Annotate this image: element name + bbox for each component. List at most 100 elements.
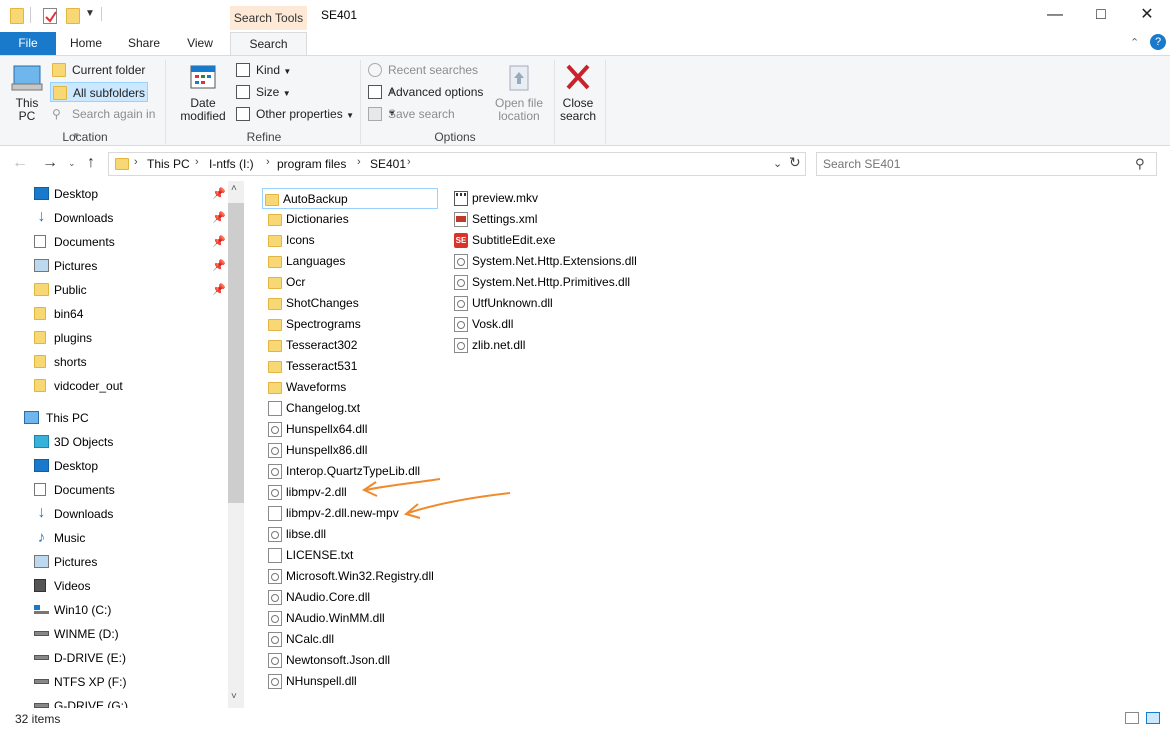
list-item[interactable]: Languages	[266, 251, 436, 272]
breadcrumb-this-pc[interactable]: This PC	[147, 157, 190, 171]
tab-file[interactable]: File	[0, 32, 56, 55]
list-item[interactable]: UtfUnknown.dll	[452, 293, 642, 314]
address-bar[interactable]: › This PC › I-ntfs (I:) › program files …	[108, 152, 806, 176]
nav-item-vidcoder-out[interactable]: vidcoder_out	[0, 374, 228, 398]
other-properties-button[interactable]: Other properties ▼	[234, 104, 356, 124]
scroll-up-icon[interactable]: ˄	[231, 183, 237, 194]
nav-item-this-pc[interactable]: This PC	[0, 406, 228, 430]
tab-view[interactable]: View	[178, 32, 222, 55]
list-item[interactable]: System.Net.Http.Primitives.dll	[452, 272, 642, 293]
list-item[interactable]: Microsoft.Win32.Registry.dll	[266, 566, 436, 587]
nav-item-videos[interactable]: Videos	[0, 574, 228, 598]
properties-icon[interactable]	[43, 8, 57, 24]
list-item[interactable]: zlib.net.dll	[452, 335, 642, 356]
nav-item-plugins[interactable]: plugins	[0, 326, 228, 350]
tab-search[interactable]: Search	[230, 32, 307, 56]
list-item[interactable]: Settings.xml	[452, 209, 642, 230]
breadcrumb-chevron-icon[interactable]: ›	[195, 156, 199, 168]
breadcrumb-drive[interactable]: I-ntfs (I:)	[209, 157, 254, 171]
up-arrow-icon[interactable]: ↑	[87, 154, 95, 172]
size-button[interactable]: Size ▼	[234, 82, 294, 102]
search-icon[interactable]: ⚲	[1135, 156, 1145, 172]
list-item[interactable]: Waveforms	[266, 377, 436, 398]
list-item[interactable]: System.Net.Http.Extensions.dll	[452, 251, 642, 272]
list-item[interactable]: Hunspellx64.dll	[266, 419, 436, 440]
nav-item-desktop[interactable]: Desktop	[0, 454, 228, 478]
list-item[interactable]: Newtonsoft.Json.dll	[266, 650, 436, 671]
list-item[interactable]: Spectrograms	[266, 314, 436, 335]
list-item[interactable]: NCalc.dll	[266, 629, 436, 650]
list-item[interactable]: Changelog.txt	[266, 398, 436, 419]
list-item[interactable]: Tesseract531	[266, 356, 436, 377]
list-item[interactable]: Ocr	[266, 272, 436, 293]
nav-item-shorts[interactable]: shorts	[0, 350, 228, 374]
recent-searches-button[interactable]: Recent searches ▼	[366, 60, 486, 96]
recent-locations-chevron-icon[interactable]: ⌄	[68, 158, 76, 169]
nav-scrollbar[interactable]: ˄ ˅	[228, 181, 244, 708]
kind-button[interactable]: Kind ▼	[234, 60, 294, 80]
close-search-button[interactable]: Close search	[558, 62, 598, 123]
this-pc-button[interactable]: This PC	[8, 62, 46, 123]
list-item[interactable]: LICENSE.txt	[266, 545, 436, 566]
date-modified-button[interactable]: Date modified	[172, 62, 234, 123]
list-item[interactable]: Dictionaries	[266, 209, 436, 230]
scrollbar-thumb[interactable]	[228, 203, 244, 503]
breadcrumb-chevron-icon[interactable]: ›	[357, 156, 361, 168]
list-item[interactable]: SE SubtitleEdit.exe	[452, 230, 642, 251]
scroll-down-icon[interactable]: ˅	[231, 691, 237, 702]
nav-item-pictures[interactable]: Pictures 📌	[0, 254, 228, 278]
details-view-icon[interactable]	[1125, 712, 1139, 724]
breadcrumb-se401[interactable]: SE401	[370, 157, 406, 171]
breadcrumb-chevron-icon[interactable]: ›	[407, 156, 411, 168]
breadcrumb-chevron-icon[interactable]: ›	[134, 156, 138, 168]
minimize-ribbon-icon[interactable]: ⌃	[1130, 36, 1139, 49]
forward-arrow-icon[interactable]: →	[42, 154, 58, 172]
list-item[interactable]: NAudio.Core.dll	[266, 587, 436, 608]
list-item[interactable]: preview.mkv	[452, 188, 642, 209]
nav-item-desktop[interactable]: Desktop 📌	[0, 182, 228, 206]
nav-item-ntfs-xp-f[interactable]: NTFS XP (F:)	[0, 670, 228, 694]
back-arrow-icon[interactable]: ←	[12, 154, 28, 172]
qat-customize-icon[interactable]: ▼	[85, 8, 95, 19]
minimize-button[interactable]: —	[1032, 0, 1078, 32]
address-dropdown-icon[interactable]: ⌄	[773, 157, 782, 170]
nav-item-music[interactable]: ♪ Music	[0, 526, 228, 550]
list-item[interactable]: Vosk.dll	[452, 314, 642, 335]
list-item[interactable]: ShotChanges	[266, 293, 436, 314]
save-search-button[interactable]: Save search	[366, 104, 456, 124]
nav-item-pictures[interactable]: Pictures	[0, 550, 228, 574]
help-icon[interactable]: ?	[1150, 34, 1166, 50]
nav-item-documents[interactable]: Documents	[0, 478, 228, 502]
nav-item-g-drive-g[interactable]: G-DRIVE (G:)	[0, 694, 228, 708]
search-again-in-button[interactable]: ⚲ Search again in ▼	[50, 104, 160, 140]
current-folder-button[interactable]: Current folder	[50, 60, 150, 80]
list-item[interactable]: AutoBackup	[262, 188, 438, 209]
search-box[interactable]: ⚲	[816, 152, 1157, 176]
close-window-button[interactable]: ✕	[1124, 0, 1170, 32]
list-item[interactable]: Hunspellx86.dll	[266, 440, 436, 461]
nav-item-bin64[interactable]: bin64	[0, 302, 228, 326]
list-item[interactable]: NAudio.WinMM.dll	[266, 608, 436, 629]
nav-item-documents[interactable]: Documents 📌	[0, 230, 228, 254]
advanced-options-button[interactable]: Advanced options ▼	[366, 82, 494, 118]
nav-item-3d-objects[interactable]: 3D Objects	[0, 430, 228, 454]
search-input[interactable]	[823, 156, 1123, 172]
list-item[interactable]: Icons	[266, 230, 436, 251]
open-file-location-button[interactable]: Open file location	[490, 62, 548, 123]
nav-item-downloads[interactable]: ↓ Downloads 📌	[0, 206, 228, 230]
large-icons-view-icon[interactable]	[1146, 712, 1160, 724]
refresh-icon[interactable]: ↻	[789, 154, 801, 171]
list-item[interactable]: NHunspell.dll	[266, 671, 436, 692]
breadcrumb-chevron-icon[interactable]: ›	[266, 156, 270, 168]
new-folder-icon[interactable]	[66, 8, 80, 24]
tab-share[interactable]: Share	[120, 32, 168, 55]
nav-item-public[interactable]: Public 📌	[0, 278, 228, 302]
nav-item-downloads[interactable]: ↓ Downloads	[0, 502, 228, 526]
breadcrumb-program-files[interactable]: program files	[277, 157, 346, 171]
tab-home[interactable]: Home	[62, 32, 110, 55]
list-item[interactable]: Tesseract302	[266, 335, 436, 356]
nav-item-win10-c[interactable]: Win10 (C:)	[0, 598, 228, 622]
maximize-button[interactable]: □	[1078, 0, 1124, 32]
nav-item-d-drive-e[interactable]: D-DRIVE (E:)	[0, 646, 228, 670]
all-subfolders-button[interactable]: All subfolders	[50, 82, 148, 102]
